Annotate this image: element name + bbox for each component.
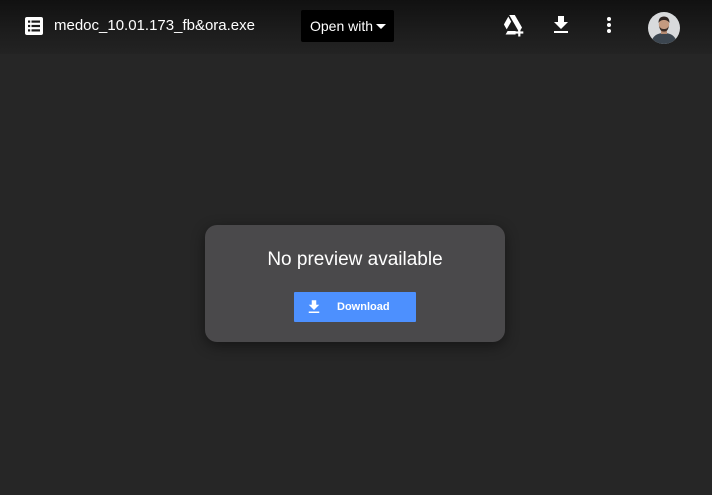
add-to-drive-button[interactable] <box>495 9 531 45</box>
download-button[interactable]: Download <box>294 292 416 322</box>
download-button-label: Download <box>337 301 390 313</box>
download-toolbar-button[interactable] <box>543 9 579 45</box>
download-icon <box>305 298 323 316</box>
account-avatar[interactable] <box>648 12 680 44</box>
open-with-button[interactable]: Open with <box>301 10 394 42</box>
open-with-label: Open with <box>310 18 374 34</box>
drive-add-icon <box>501 13 525 42</box>
file-title: medoc_10.01.173_fb&ora.exe <box>54 17 255 34</box>
no-preview-message: No preview available <box>267 249 443 270</box>
no-preview-card: No preview available Download <box>205 225 505 342</box>
more-options-button[interactable] <box>591 9 627 45</box>
file-list-icon <box>25 17 43 35</box>
caret-down-icon <box>376 24 386 29</box>
more-vert-icon <box>597 13 621 42</box>
download-icon <box>549 13 573 42</box>
viewer-toolbar: medoc_10.01.173_fb&ora.exe Open with <box>0 0 712 54</box>
